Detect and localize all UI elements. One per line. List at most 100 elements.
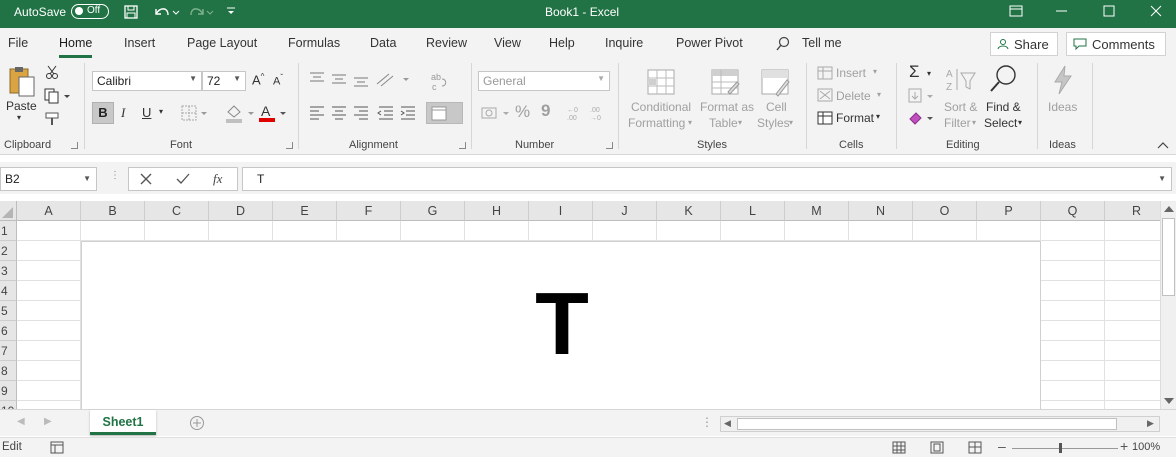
column-header-b[interactable]: B [81,201,145,221]
format-as-table-dropdown[interactable]: ▾ [738,118,742,127]
formula-input[interactable]: T ▼ [242,167,1172,191]
format-cells-icon[interactable] [817,111,833,125]
column-header-p[interactable]: P [977,201,1041,221]
scroll-down-icon[interactable] [1163,396,1175,406]
format-cells-label[interactable]: Format [836,111,874,125]
conditional-formatting-icon[interactable] [646,68,678,98]
font-size-select[interactable]: 72 ▼ [202,71,246,91]
borders-icon[interactable] [181,104,211,122]
collapse-ribbon-icon[interactable] [1157,141,1169,149]
undo-icon[interactable] [152,3,180,21]
decimal-buttons-icon[interactable]: ←0.00.00→0 [566,104,612,122]
ideas-label[interactable]: Ideas [1048,100,1077,114]
cell-styles-dropdown[interactable]: ▾ [789,118,793,127]
underline-button[interactable]: U [142,105,151,120]
format-as-table-label2[interactable]: Table [709,116,738,130]
find-select-dropdown[interactable]: ▾ [1018,118,1022,127]
tab-data[interactable]: Data [370,36,396,50]
new-sheet-icon[interactable] [189,415,205,431]
zoom-slider-thumb[interactable] [1059,443,1062,453]
paste-icon[interactable] [7,65,37,99]
next-sheet-icon[interactable]: ▶ [44,416,52,427]
column-header-c[interactable]: C [145,201,209,221]
find-select-label1[interactable]: Find & [986,100,1021,114]
name-box[interactable]: B2 ▼ [0,167,97,191]
tab-review[interactable]: Review [426,36,467,50]
merge-center-button[interactable] [426,102,463,124]
column-header-h[interactable]: H [465,201,529,221]
delete-cells-dropdown[interactable]: ▾ [877,90,881,99]
cell-b2-merged[interactable]: T [81,241,1041,409]
vertical-scroll-thumb[interactable] [1162,218,1175,296]
number-format-select[interactable]: General ▼ [478,71,610,91]
tab-file[interactable]: File [8,36,28,50]
confirm-entry-icon[interactable] [176,173,190,185]
horizontal-scrollbar[interactable]: ◀ ▶ [720,416,1160,432]
zoom-level[interactable]: 100% [1132,441,1160,453]
autosum-icon[interactable]: Σ [909,62,920,82]
scroll-up-icon[interactable] [1163,204,1175,214]
conditional-formatting-label2[interactable]: Formatting [628,116,685,130]
cell-styles-label2[interactable]: Styles [757,116,790,130]
zoom-slider[interactable] [1012,448,1118,449]
find-select-icon[interactable] [988,63,1020,95]
fill-color-icon[interactable] [224,102,258,124]
tab-home[interactable]: Home [59,36,93,58]
delete-cells-icon[interactable] [817,88,833,102]
page-break-view-icon[interactable] [968,441,982,454]
tab-page-layout[interactable]: Page Layout [187,36,257,50]
prev-sheet-icon[interactable]: ◀ [17,416,25,427]
tell-me-box[interactable]: Tell me [802,36,842,50]
save-icon[interactable] [123,4,139,20]
column-header-e[interactable]: E [273,201,337,221]
worksheet-grid[interactable]: ABCDEFGHIJKLMNOPQR 12345678910 T [0,201,1160,409]
font-name-select[interactable]: Calibri ▼ [92,71,202,91]
column-header-d[interactable]: D [209,201,273,221]
percent-style-button[interactable]: % [515,102,530,122]
page-layout-view-icon[interactable] [930,441,944,454]
cell-styles-label1[interactable]: Cell [766,100,787,114]
tab-insert[interactable]: Insert [124,36,155,50]
maximize-icon[interactable] [1103,5,1115,17]
sort-filter-label2[interactable]: Filter [944,116,971,130]
column-header-i[interactable]: I [529,201,593,221]
find-select-label2[interactable]: Select [984,116,1017,130]
customize-toolbar-icon[interactable] [226,6,236,16]
copy-icon[interactable] [44,88,74,104]
share-button[interactable]: Share [990,32,1058,56]
row-header-4[interactable]: 4 [0,281,17,301]
autosave-toggle[interactable]: Off [71,4,109,19]
column-header-g[interactable]: G [401,201,465,221]
ribbon-display-icon[interactable] [1009,5,1023,17]
vertical-scrollbar[interactable] [1160,201,1176,409]
alignment-launcher-icon[interactable] [459,142,466,149]
tab-inquire[interactable]: Inquire [605,36,643,50]
column-header-q[interactable]: Q [1041,201,1105,221]
format-as-table-icon[interactable] [710,68,742,98]
scroll-left-icon[interactable]: ◀ [724,418,731,429]
paste-dropdown-icon[interactable]: ▾ [17,113,21,122]
sheet-tab-sheet1[interactable]: Sheet1 [90,410,156,435]
sort-filter-dropdown[interactable]: ▾ [972,118,976,127]
format-painter-icon[interactable] [44,111,62,127]
row-header-2[interactable]: 2 [0,241,17,261]
tab-help[interactable]: Help [549,36,575,50]
increase-font-icon[interactable]: A^ [252,72,264,87]
wrap-text-icon[interactable]: abc [429,70,451,92]
tab-split-grip-icon[interactable]: ⋮ [701,415,713,429]
tab-power-pivot[interactable]: Power Pivot [676,36,743,50]
decrease-font-icon[interactable]: Aˇ [273,73,283,88]
row-header-1[interactable]: 1 [0,221,17,241]
insert-function-icon[interactable]: fx [213,171,222,187]
scroll-right-icon[interactable]: ▶ [1147,418,1154,429]
row-header-3[interactable]: 3 [0,261,17,281]
column-header-f[interactable]: F [337,201,401,221]
fill-icon[interactable] [907,88,937,104]
horizontal-align-icons[interactable] [309,105,419,121]
format-cells-dropdown[interactable]: ▾ [876,112,880,121]
horizontal-scroll-thumb[interactable] [737,418,1117,430]
tab-formulas[interactable]: Formulas [288,36,340,50]
sort-filter-icon[interactable]: AZ [945,66,977,96]
row-header-8[interactable]: 8 [0,361,17,381]
row-header-7[interactable]: 7 [0,341,17,361]
